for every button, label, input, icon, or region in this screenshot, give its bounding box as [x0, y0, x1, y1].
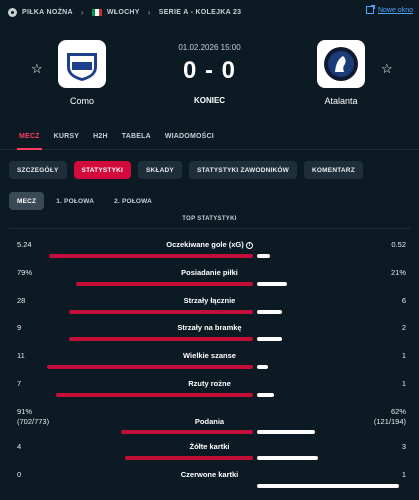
period-tabs: MECZ 1. POŁOWA 2. POŁOWA	[9, 191, 410, 211]
stat-name-label: Strzały na bramkę	[177, 323, 242, 332]
tab-kursy[interactable]: KURSY	[47, 128, 87, 149]
match-subtabs: SZCZEGÓŁY STATYSTYKI SKŁADY STATYSTYKI Z…	[9, 161, 370, 179]
stat-home-bar	[47, 365, 253, 369]
stat-row: 4 3 Żółte kartki	[0, 442, 419, 472]
stat-away-bar	[257, 310, 282, 314]
stat-away-bar	[257, 365, 268, 369]
stat-name: Strzały łącznie	[0, 296, 419, 306]
stat-home-value: 91%	[17, 407, 33, 416]
stat-name-label: Posiadanie piłki	[181, 268, 238, 277]
stat-row: 11 1 Wielkie szanse	[0, 351, 419, 381]
stat-away-bar	[257, 484, 399, 488]
breadcrumb-sport[interactable]: PIŁKA NOŻNA	[22, 9, 73, 16]
stat-name: Rzuty rożne	[0, 379, 419, 389]
stat-away-bar	[257, 393, 274, 397]
divider	[9, 228, 410, 229]
stat-away-bar	[257, 282, 287, 286]
football-icon	[8, 7, 17, 17]
stat-row: 79% 21% Posiadanie piłki	[0, 268, 419, 298]
stat-away-bar	[257, 456, 318, 460]
subtab-sklady[interactable]: SKŁADY	[138, 161, 182, 179]
stat-name-label: Podania	[194, 417, 225, 426]
stat-name: Podania	[0, 417, 419, 427]
stat-name-label: Oczekiwane gole (xG)	[166, 240, 244, 249]
stat-name-label: Strzały łącznie	[183, 296, 236, 305]
chevron-right-icon: ›	[80, 7, 84, 17]
tab-h2h[interactable]: H2H	[86, 128, 115, 149]
favorite-away-star-icon[interactable]: ☆	[381, 61, 393, 77]
stat-home-bar	[69, 310, 253, 314]
period-mecz[interactable]: MECZ	[9, 192, 45, 210]
stat-name-label: Wielkie szanse	[183, 351, 236, 360]
stat-home-bar	[76, 282, 253, 286]
stat-name: Żółte kartki	[0, 442, 419, 452]
stat-name: Posiadanie piłki	[0, 268, 419, 278]
breadcrumb-league[interactable]: SERIE A - KOLEJKA 23	[159, 9, 242, 16]
match-tabs: MECZ KURSY H2H TABELA WIADOMOŚCI	[0, 128, 419, 150]
stat-home-bar	[69, 337, 253, 341]
away-team-name[interactable]: Atalanta	[301, 96, 381, 106]
stat-home-bar	[125, 456, 253, 460]
stat-home-bar	[56, 393, 253, 397]
stat-name: Wielkie szanse	[0, 351, 419, 361]
stat-row: 0 1 Czerwone kartki	[0, 470, 419, 500]
match-header: ☆ Como 01.02.2026 15:00 0 - 0 KONIEC ☆ A…	[0, 24, 419, 116]
breadcrumb: PIŁKA NOŻNA › WŁOCHY › SERIE A - KOLEJKA…	[0, 0, 419, 24]
stat-row: 9 2 Strzały na bramkę	[0, 323, 419, 353]
section-title: TOP STATYSTYKI	[182, 216, 237, 222]
stat-name-label: Czerwone kartki	[180, 470, 239, 479]
external-window-icon	[365, 5, 375, 14]
info-icon[interactable]: i	[245, 241, 253, 249]
stat-away-bar	[257, 430, 315, 434]
stat-row: 91% (702/773) 62% (121/194) Podania	[0, 407, 419, 437]
stat-row: 5.24 0.52 Oczekiwane gole (xG) i	[0, 240, 419, 270]
stat-name: Strzały na bramkę	[0, 323, 419, 333]
stat-away-value: 62%	[390, 407, 406, 416]
tab-mecz[interactable]: MECZ	[12, 128, 47, 150]
stat-name-label: Rzuty rożne	[188, 379, 231, 388]
stat-home-bar	[121, 430, 253, 434]
subtab-statystyki[interactable]: STATYSTYKI	[73, 161, 132, 179]
stat-home-bar	[49, 254, 253, 258]
breadcrumb-country[interactable]: WŁOCHY	[107, 9, 140, 16]
new-window-label: Nowe okno	[377, 6, 413, 14]
stat-row: 7 1 Rzuty rożne	[0, 379, 419, 409]
chevron-right-icon: ›	[147, 7, 151, 17]
stat-away-bar	[257, 254, 270, 258]
tab-tabela[interactable]: TABELA	[115, 128, 158, 149]
stat-name: Oczekiwane gole (xG) i	[0, 240, 419, 250]
stat-name-label: Żółte kartki	[189, 442, 230, 451]
period-first-half[interactable]: 1. POŁOWA	[48, 192, 102, 210]
stat-away-bar	[257, 337, 282, 341]
subtab-szczegoly[interactable]: SZCZEGÓŁY	[9, 161, 67, 179]
atalanta-crest-icon	[324, 47, 358, 81]
subtab-statystyki-zawodnikow[interactable]: STATYSTYKI ZAWODNIKÓW	[188, 161, 298, 179]
period-second-half[interactable]: 2. POŁOWA	[106, 192, 160, 210]
stat-name: Czerwone kartki	[0, 470, 419, 480]
stat-row: 28 6 Strzały łącznie	[0, 296, 419, 326]
tab-wiadomosci[interactable]: WIADOMOŚCI	[158, 128, 221, 149]
subtab-komentarz[interactable]: KOMENTARZ	[304, 161, 363, 179]
italy-flag-icon	[91, 8, 102, 16]
new-window-link[interactable]: Nowe okno	[365, 5, 413, 14]
away-team-logo[interactable]	[317, 40, 365, 88]
